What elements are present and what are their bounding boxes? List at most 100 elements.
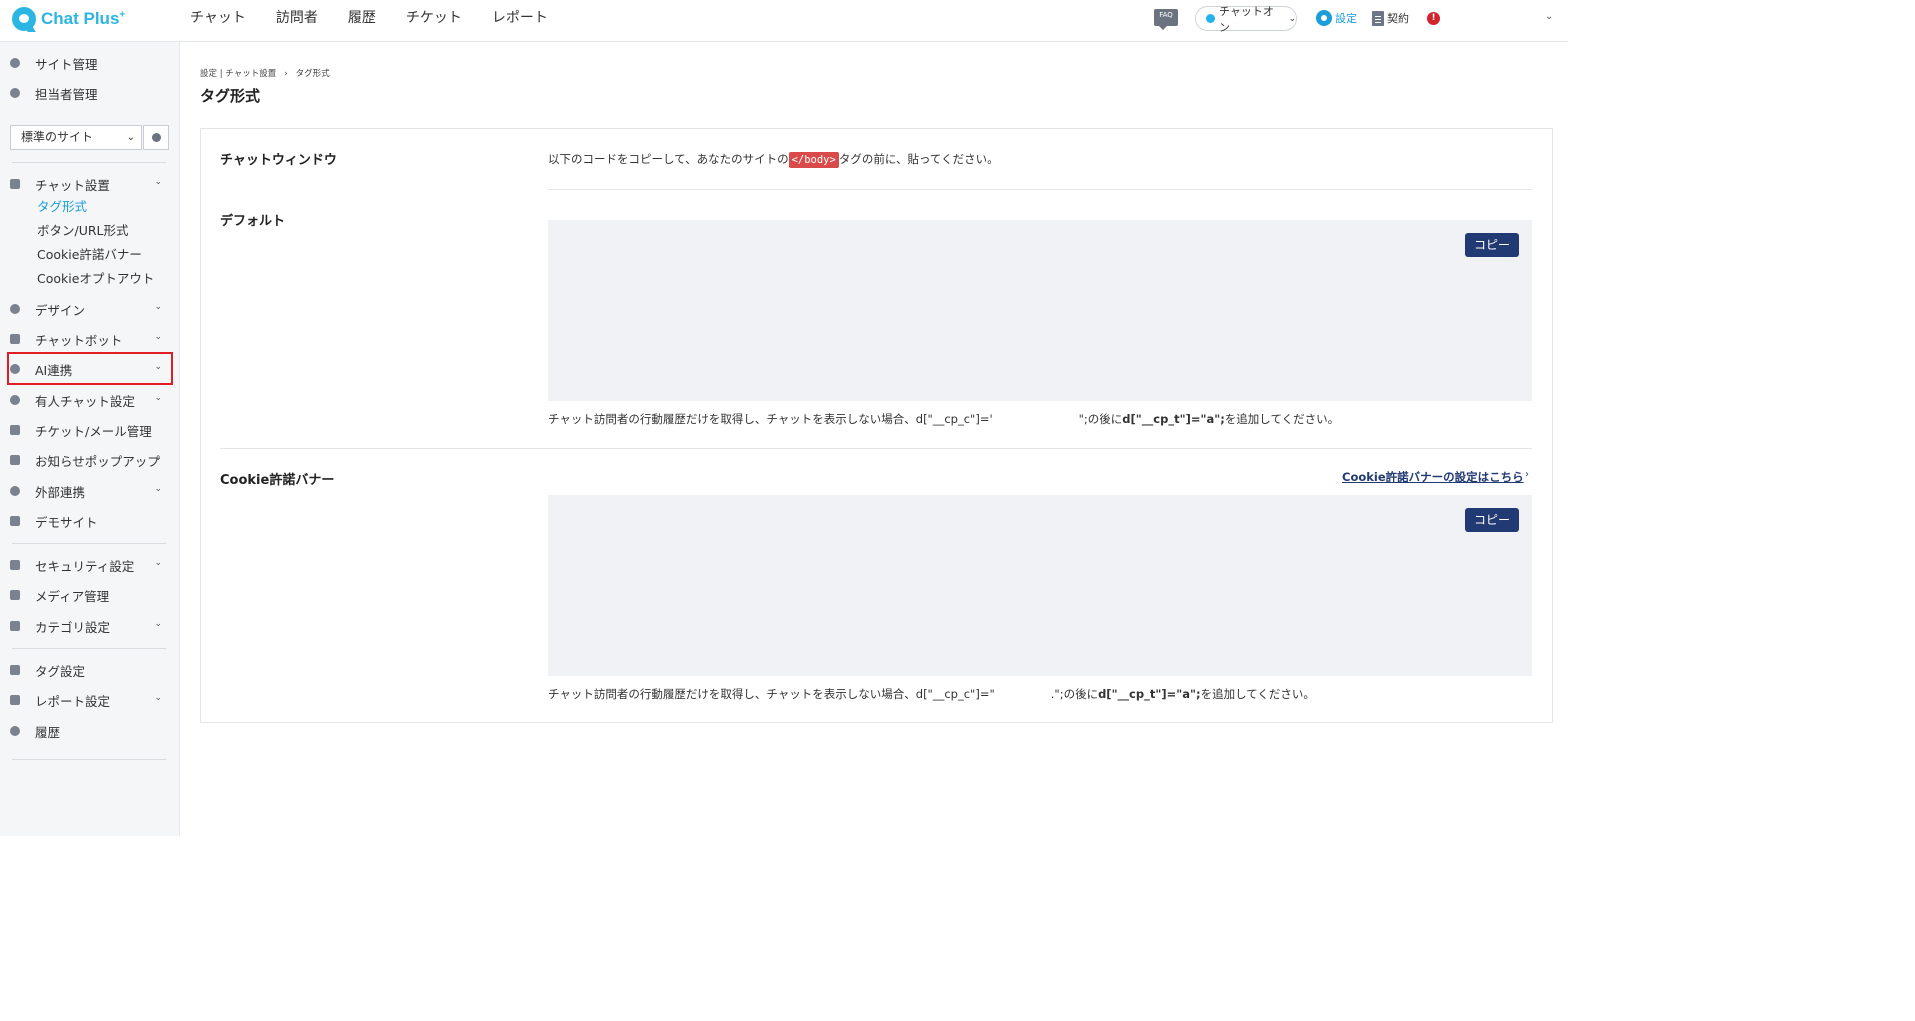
sidebar-item-label: タグ設定 <box>35 663 86 679</box>
sidebar-item-design[interactable]: デザイン ⌄ <box>10 296 170 322</box>
sidebar-item-label: 有人チャット設定 <box>35 393 135 409</box>
sidebar-item-label: メディア管理 <box>35 588 110 604</box>
cookie-code-box[interactable]: コピー <box>548 495 1532 676</box>
sidebar-item-category[interactable]: カテゴリ設定 ⌄ <box>10 613 170 639</box>
chatplus-logo[interactable]: Chat Plus+ <box>12 6 125 32</box>
chevron-down-icon: ⌄ <box>154 453 162 463</box>
chevron-down-icon: ⌄ <box>154 484 162 494</box>
default-note: チャット訪問者の行動履歴だけを取得し、チャットを表示しない場合、d["__cp_… <box>548 412 1340 426</box>
report-icon <box>10 695 20 705</box>
body-tag-code: </body> <box>788 152 839 168</box>
alert-icon[interactable]: ! <box>1427 12 1440 25</box>
sidebar-item-label: 履歴 <box>35 724 61 740</box>
sidebar-item-label: サイト管理 <box>35 56 98 72</box>
sidebar-item-media[interactable]: メディア管理 <box>10 582 170 608</box>
sidebar-item-security[interactable]: セキュリティ設定 ⌄ <box>10 552 170 578</box>
sidebar-item-history[interactable]: 履歴 <box>10 718 170 744</box>
tools-icon <box>10 179 20 189</box>
sidebar-subitem-button-url[interactable]: ボタン/URL形式 <box>37 221 129 241</box>
chat-window-title: チャットウィンドウ <box>220 153 337 168</box>
sidebar-item-label: デザイン <box>35 302 86 318</box>
history-icon <box>10 726 20 736</box>
sidebar-subitem-cookie-banner[interactable]: Cookie許諾バナー <box>37 245 142 265</box>
nav-reports[interactable]: レポート <box>492 0 548 36</box>
sidebar-item-label: お知らせポップアップ <box>35 453 160 469</box>
section-divider <box>220 448 1532 449</box>
chevron-down-icon: ⌄ <box>154 693 162 703</box>
section-divider <box>548 189 1532 190</box>
sidebar-divider <box>12 759 166 760</box>
cookie-section-title: Cookie許諾バナー <box>220 473 335 488</box>
sidebar-item-chat-setup[interactable]: チャット設置 ⌄ <box>10 171 170 197</box>
sidebar-item-external[interactable]: 外部連携 ⌄ <box>10 478 170 504</box>
main-nav: チャット 訪問者 履歴 チケット レポート <box>190 0 578 36</box>
chevron-down-icon: ⌄ <box>1288 13 1296 24</box>
sidebar-item-tag[interactable]: タグ設定 <box>10 657 170 683</box>
sidebar-item-popup[interactable]: お知らせポップアップ ⌄ <box>10 447 170 473</box>
sidebar-item-chatbot[interactable]: チャットボット ⌄ <box>10 326 170 352</box>
sidebar-item-label: カテゴリ設定 <box>35 619 111 635</box>
sidebar-item-label: チャット設置 <box>35 177 110 193</box>
online-status-icon <box>1206 14 1215 23</box>
sidebar-item-demo[interactable]: デモサイト <box>10 508 170 534</box>
breadcrumb: 設定 | チャット設置 › タグ形式 <box>200 69 330 79</box>
gear-icon <box>152 133 161 142</box>
copy-button[interactable]: コピー <box>1465 233 1519 257</box>
sidebar-divider <box>12 648 166 649</box>
breadcrumb-current: タグ形式 <box>295 69 330 79</box>
sidebar-item-label: チケット/メール管理 <box>35 423 152 439</box>
site-settings-button[interactable] <box>143 125 169 150</box>
nav-visitors[interactable]: 訪問者 <box>276 0 318 36</box>
sidebar-item-manned-chat[interactable]: 有人チャット設定 ⌄ <box>10 387 170 413</box>
chevron-down-icon: ⌄ <box>154 558 162 568</box>
site-select[interactable]: 標準のサイト ⌄ <box>10 125 142 150</box>
logo-text: Chat Plus+ <box>41 9 126 28</box>
page-title: タグ形式 <box>200 87 261 105</box>
default-code-box[interactable]: コピー <box>548 220 1532 401</box>
contract-link[interactable]: 契約 <box>1372 10 1409 26</box>
cookie-settings-link[interactable]: Cookie許諾バナーの設定はこちら <box>1342 469 1524 485</box>
sidebar-item-staff-manage[interactable]: 担当者管理 <box>10 80 170 106</box>
chat-icon <box>10 334 20 344</box>
faq-icon[interactable]: FAQ <box>1154 9 1178 30</box>
sidebar-item-label: デモサイト <box>35 514 98 530</box>
chevron-down-icon: ⌄ <box>154 619 162 629</box>
headset-icon <box>10 395 20 405</box>
nav-history[interactable]: 履歴 <box>348 0 376 36</box>
sidebar-item-report-settings[interactable]: レポート設定 ⌄ <box>10 687 170 713</box>
top-bar: Chat Plus+ チャット 訪問者 履歴 チケット レポート FAQ チャッ… <box>0 0 1568 42</box>
nav-tickets[interactable]: チケット <box>406 0 462 36</box>
sidebar-item-ticket-mail[interactable]: チケット/メール管理 <box>10 417 170 443</box>
chevron-down-icon: ⌄ <box>154 332 162 342</box>
settings-link[interactable]: 設定 <box>1316 10 1357 26</box>
sidebar-item-label: レポート設定 <box>35 693 111 709</box>
breadcrumb-settings[interactable]: 設定 <box>200 69 217 79</box>
nav-chat[interactable]: チャット <box>190 0 246 36</box>
share-icon <box>10 486 20 496</box>
document-icon <box>1372 10 1384 26</box>
sidebar-item-label: 外部連携 <box>35 484 86 500</box>
breadcrumb-chat-setup[interactable]: チャット設置 <box>225 69 276 79</box>
chevron-down-icon: ⌄ <box>154 393 162 403</box>
chevron-right-icon: › <box>1525 469 1529 480</box>
sidebar-item-label: 担当者管理 <box>35 86 98 102</box>
sidebar-item-site-manage[interactable]: サイト管理 <box>10 50 170 76</box>
sidebar-item-label: セキュリティ設定 <box>35 558 135 574</box>
chevron-down-icon: ⌄ <box>154 302 162 312</box>
chat-status-dropdown[interactable]: チャットオン ⌄ <box>1195 5 1297 34</box>
user-menu-chevron-icon[interactable]: ⌄ <box>1545 11 1553 22</box>
users-icon <box>10 88 20 98</box>
sidebar-subitem-cookie-optout[interactable]: Cookieオプトアウト <box>37 269 154 289</box>
chat-window-description: 以下のコードをコピーして、あなたのサイトの </body> タグの前に、貼ってくださ… <box>548 152 999 168</box>
site-gear-icon <box>10 58 20 68</box>
sidebar-subitem-tag-format[interactable]: タグ形式 <box>37 197 87 217</box>
chat-bubble-icon <box>12 7 36 31</box>
sidebar-divider <box>12 543 166 544</box>
copy-button[interactable]: コピー <box>1465 508 1519 532</box>
chevron-down-icon: ⌄ <box>154 177 162 187</box>
contract-label: 契約 <box>1387 12 1409 25</box>
settings-label: 設定 <box>1335 12 1357 25</box>
shield-icon <box>10 560 20 570</box>
sidebar-item-label: チャットボット <box>35 332 123 348</box>
popup-icon <box>10 455 20 465</box>
